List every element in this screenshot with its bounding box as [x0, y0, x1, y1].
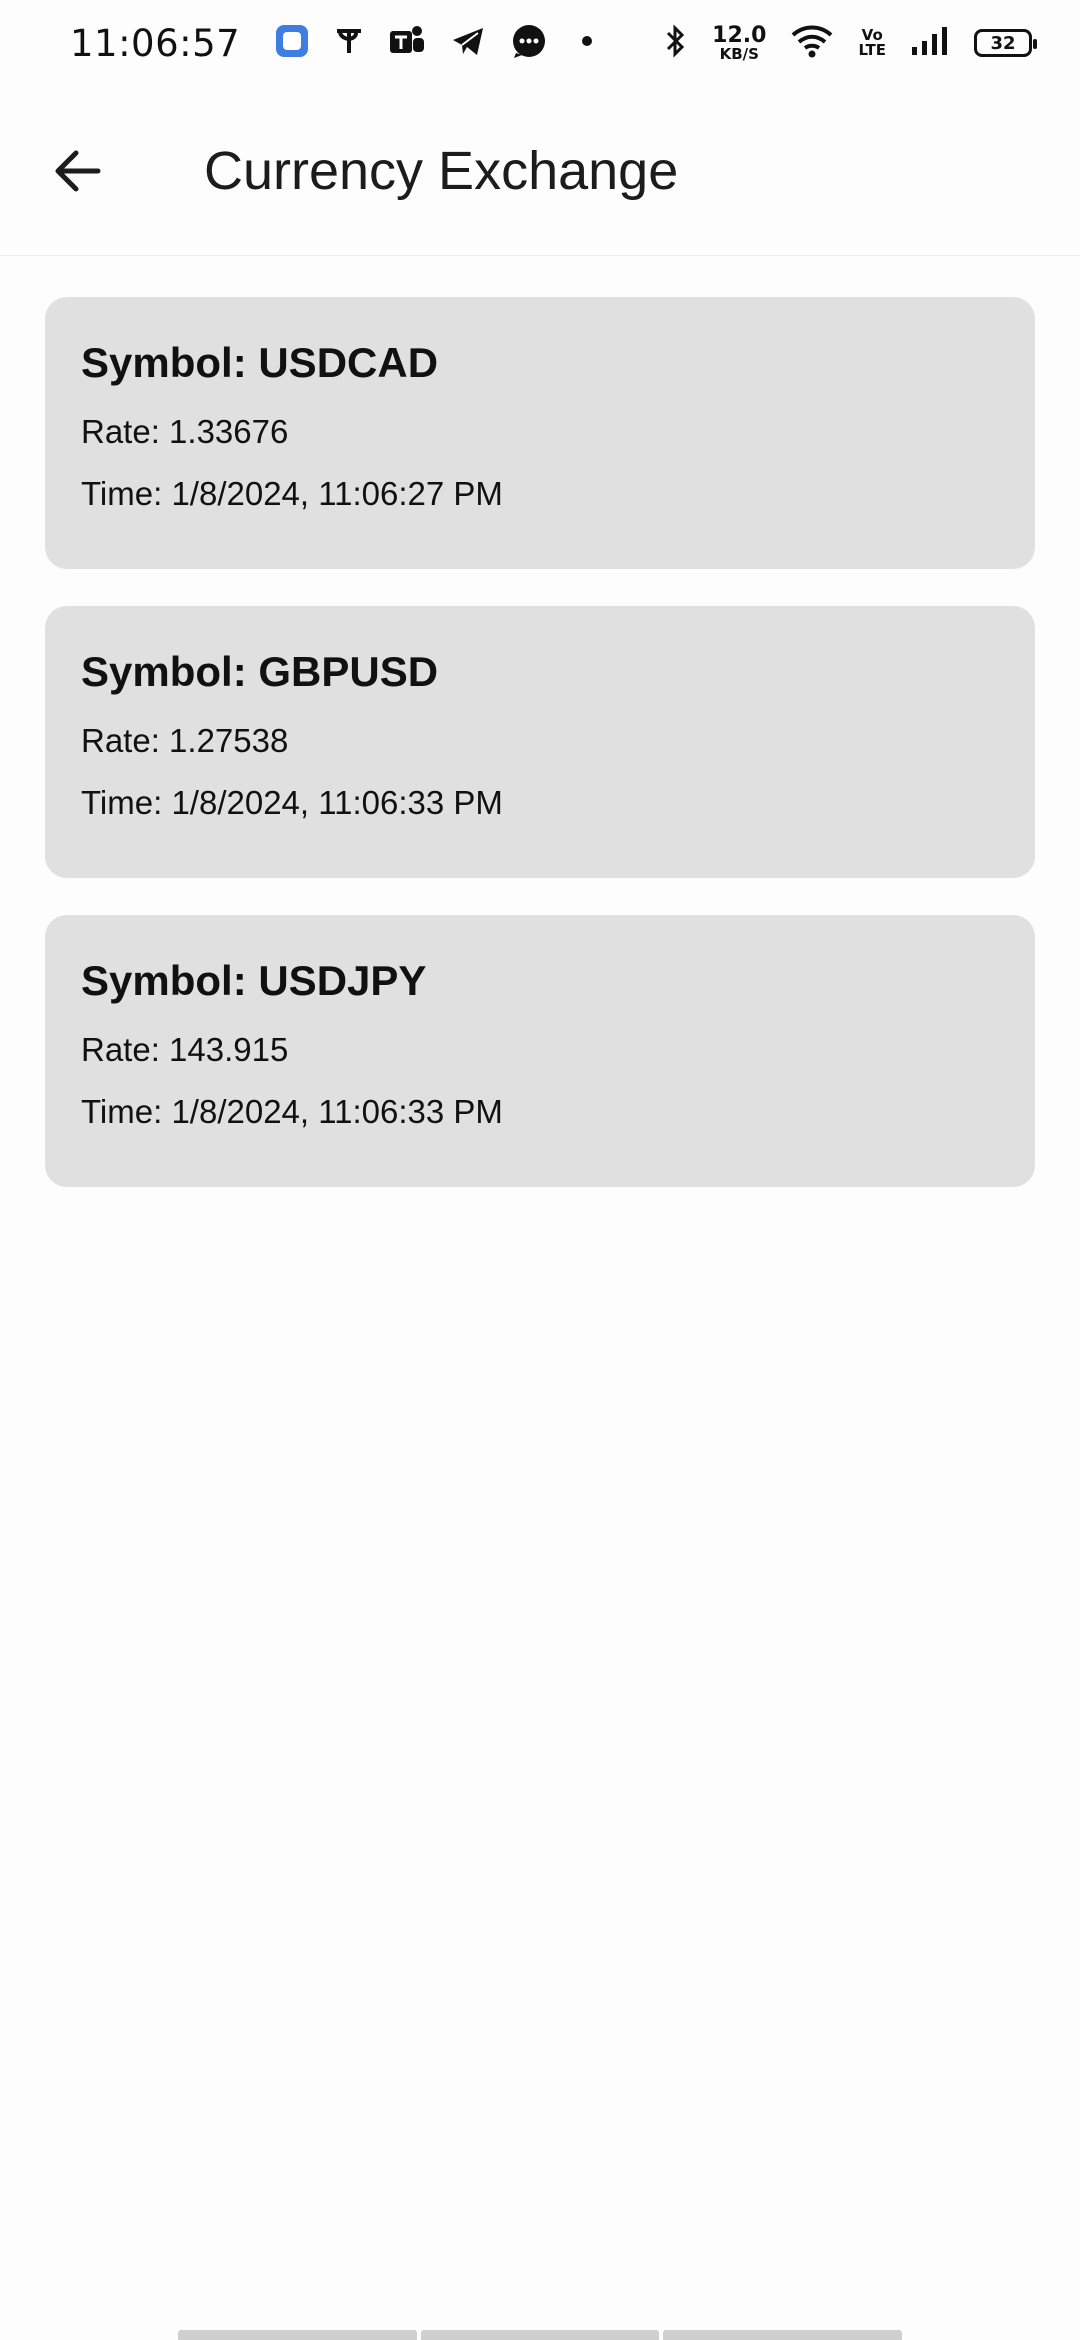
status-time: 11:06:57	[70, 21, 241, 65]
network-speed-unit: KB/S	[719, 44, 759, 63]
network-speed-value: 12.0	[712, 22, 767, 48]
message-bubble-icon	[510, 23, 548, 63]
card-symbol: Symbol: USDCAD	[81, 339, 439, 386]
teams-icon	[388, 23, 426, 63]
gesture-bar-segment	[663, 2330, 903, 2340]
battery-icon: 32	[974, 29, 1037, 57]
card-time: Time: 1/8/2024, 11:06:27 PM	[81, 475, 503, 512]
battery-level: 32	[990, 32, 1016, 54]
gesture-bar-segment	[178, 2330, 417, 2340]
volte-indicator: Vo LTE	[858, 28, 886, 58]
card-rate: Rate: 1.33676	[81, 413, 289, 450]
telegram-icon	[450, 23, 486, 63]
card-symbol: Symbol: GBPUSD	[81, 648, 439, 695]
card-rate: Rate: 1.27538	[81, 722, 289, 759]
exchange-rate-card-usdcad[interactable]: Symbol: USDCAD Rate: 1.33676 Time: 1/8/2…	[45, 297, 1035, 569]
card-symbol: Symbol: USDJPY	[81, 957, 427, 1004]
exchange-rate-card-gbpusd[interactable]: Symbol: GBPUSD Rate: 1.27538 Time: 1/8/2…	[45, 606, 1035, 878]
wifi-icon	[790, 23, 834, 63]
back-button[interactable]	[42, 135, 114, 207]
card-rate: Rate: 143.915	[81, 1031, 289, 1068]
status-bar: 11:06:57 12.0 KB/S Vo LTE 32	[0, 0, 1080, 86]
app-notification-icon	[274, 23, 310, 63]
phonepe-icon	[334, 23, 364, 63]
exchange-rate-card-usdjpy[interactable]: Symbol: USDJPY Rate: 143.915 Time: 1/8/2…	[45, 915, 1035, 1187]
bluetooth-icon	[664, 23, 688, 63]
card-time: Time: 1/8/2024, 11:06:33 PM	[81, 1093, 503, 1130]
gesture-bar-segment	[420, 2330, 660, 2340]
more-notifications-dot-icon	[572, 23, 602, 63]
gesture-navigation-bar[interactable]	[178, 2330, 903, 2340]
notification-icons	[274, 23, 602, 63]
network-speed: 12.0 KB/S	[712, 22, 767, 63]
card-time: Time: 1/8/2024, 11:06:33 PM	[81, 784, 503, 821]
system-icons: 12.0 KB/S Vo LTE 32	[664, 22, 1037, 63]
page-title: Currency Exchange	[204, 140, 679, 201]
app-bar: Currency Exchange	[0, 86, 1080, 256]
exchange-rate-list: Symbol: USDCAD Rate: 1.33676 Time: 1/8/2…	[45, 297, 1035, 1187]
cellular-signal-icon	[910, 23, 950, 63]
volte-bottom-text: LTE	[858, 41, 886, 59]
arrow-left-icon	[55, 150, 101, 191]
